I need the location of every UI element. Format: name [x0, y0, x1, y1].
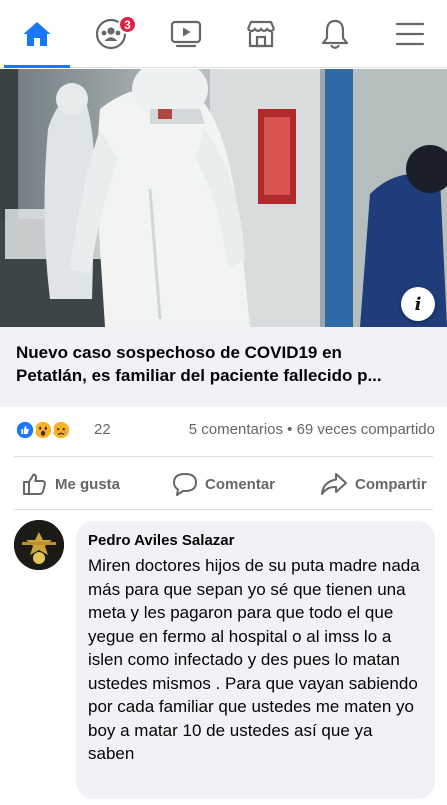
- video-icon: [170, 20, 202, 48]
- nav-groups[interactable]: 3: [74, 0, 148, 68]
- nav-notifications[interactable]: [298, 0, 372, 68]
- comment-label: Comentar: [205, 475, 276, 493]
- share-label: Compartir: [355, 475, 427, 493]
- like-label: Me gusta: [55, 475, 121, 493]
- actions-divider: [14, 456, 433, 457]
- nav-menu[interactable]: [373, 0, 447, 68]
- share-icon: [321, 473, 347, 495]
- hospital-photo: [0, 69, 447, 327]
- hamburger-menu-icon: [395, 22, 425, 46]
- like-reaction-icon: [14, 419, 36, 441]
- reaction-count: 22: [94, 421, 111, 438]
- thumbs-up-icon: [23, 473, 46, 495]
- comment-text: Miren doctores hijos de su puta madre na…: [88, 556, 420, 763]
- comments-shares-count[interactable]: 5 comentarios • 69 veces compartido: [189, 421, 435, 438]
- info-icon[interactable]: i: [401, 287, 435, 321]
- marketplace-icon: [246, 20, 276, 48]
- post-actions-bar: Me gusta Comentar Compartir: [0, 461, 447, 507]
- top-nav-bar: 3: [0, 0, 447, 68]
- commenter-avatar[interactable]: [14, 520, 64, 570]
- home-icon: [23, 22, 51, 46]
- nav-home[interactable]: [0, 0, 74, 68]
- like-button[interactable]: Me gusta: [22, 461, 120, 507]
- comment-icon: [173, 473, 197, 496]
- nav-watch[interactable]: [149, 0, 223, 68]
- comment-bubble[interactable]: Pedro Aviles Salazar Miren doctores hijo…: [76, 521, 435, 799]
- groups-badge: 3: [118, 15, 137, 34]
- headline-line-2: Petatlán, es familiar del paciente falle…: [16, 366, 382, 385]
- headline-line-1: Nuevo caso sospechoso de COVID19 en: [16, 343, 342, 362]
- comments-divider: [14, 509, 433, 510]
- comment-button[interactable]: Comentar: [172, 461, 275, 507]
- bell-icon: [321, 19, 349, 49]
- share-button[interactable]: Compartir: [320, 461, 427, 507]
- post-stats-row: 22 5 comentarios • 69 veces compartido: [0, 412, 447, 448]
- link-preview-card[interactable]: Nuevo caso sospechoso de COVID19 en Peta…: [0, 327, 447, 407]
- post-image[interactable]: [0, 69, 447, 327]
- nav-marketplace[interactable]: [224, 0, 298, 68]
- active-tab-indicator: [4, 65, 70, 68]
- avatar-emblem: [14, 520, 64, 570]
- comment-author[interactable]: Pedro Aviles Salazar: [88, 531, 423, 551]
- link-headline: Nuevo caso sospechoso de COVID19 en Peta…: [16, 341, 431, 387]
